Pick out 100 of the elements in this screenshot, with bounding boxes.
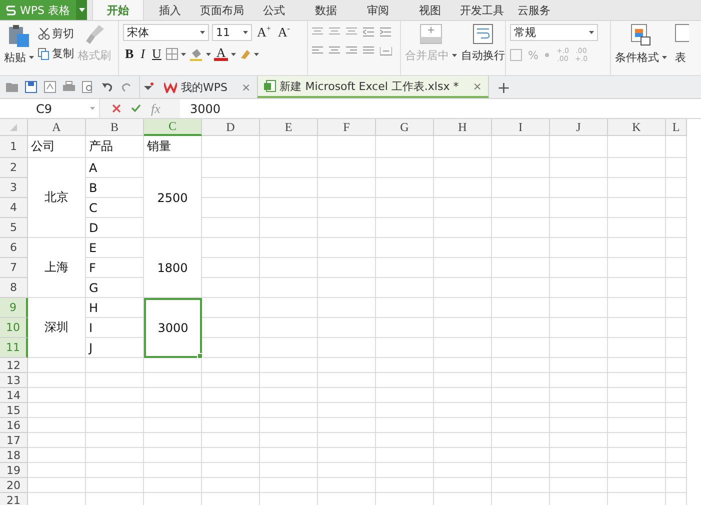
empty-cell[interactable] bbox=[550, 158, 608, 178]
ribbon-tab[interactable]: 云服务 bbox=[508, 0, 560, 20]
empty-cell[interactable] bbox=[144, 463, 202, 478]
empty-cell[interactable] bbox=[492, 278, 550, 298]
empty-cell[interactable] bbox=[608, 358, 666, 373]
caret-icon[interactable] bbox=[29, 56, 34, 59]
empty-cell[interactable] bbox=[434, 338, 492, 358]
empty-cell[interactable] bbox=[492, 403, 550, 418]
empty-cell[interactable] bbox=[608, 433, 666, 448]
column-header[interactable]: A bbox=[28, 119, 86, 136]
empty-cell[interactable] bbox=[376, 338, 434, 358]
print-icon[interactable] bbox=[63, 81, 76, 93]
empty-cell[interactable] bbox=[434, 178, 492, 198]
app-dropdown-button[interactable] bbox=[76, 0, 87, 20]
column-header[interactable]: D bbox=[202, 119, 260, 136]
empty-cell[interactable] bbox=[492, 258, 550, 278]
empty-cell[interactable] bbox=[260, 358, 318, 373]
empty-cell[interactable] bbox=[666, 478, 687, 493]
empty-cell[interactable] bbox=[434, 278, 492, 298]
empty-cell[interactable] bbox=[376, 238, 434, 258]
caret-icon[interactable] bbox=[181, 52, 186, 56]
empty-cell[interactable] bbox=[376, 433, 434, 448]
empty-cell[interactable] bbox=[260, 198, 318, 218]
shrink-font-button[interactable]: A$^{-}$ bbox=[276, 24, 292, 41]
empty-cell[interactable] bbox=[608, 418, 666, 433]
empty-cell[interactable] bbox=[434, 433, 492, 448]
empty-cell[interactable] bbox=[550, 238, 608, 258]
empty-cell[interactable] bbox=[434, 318, 492, 338]
caret-icon[interactable] bbox=[230, 52, 236, 56]
empty-cell[interactable] bbox=[666, 338, 687, 358]
empty-cell[interactable] bbox=[666, 388, 687, 403]
empty-cell[interactable] bbox=[434, 218, 492, 238]
empty-cell[interactable] bbox=[550, 478, 608, 493]
ribbon-tab[interactable]: 插入 bbox=[144, 0, 196, 20]
row-header[interactable]: 13 bbox=[0, 373, 28, 388]
conditional-format-button[interactable]: 条件格式 bbox=[615, 24, 667, 72]
empty-cell[interactable] bbox=[318, 198, 376, 218]
row-header[interactable]: 18 bbox=[0, 448, 28, 463]
empty-cell[interactable] bbox=[260, 338, 318, 358]
empty-cell[interactable] bbox=[608, 388, 666, 403]
column-header[interactable]: I bbox=[492, 119, 550, 136]
empty-cell[interactable] bbox=[666, 358, 687, 373]
ribbon-tab[interactable]: 数据 bbox=[300, 0, 352, 20]
empty-cell[interactable] bbox=[318, 278, 376, 298]
empty-cell[interactable] bbox=[550, 278, 608, 298]
row-header[interactable]: 16 bbox=[0, 418, 28, 433]
empty-cell[interactable] bbox=[608, 338, 666, 358]
empty-cell[interactable] bbox=[608, 478, 666, 493]
empty-cell[interactable] bbox=[492, 448, 550, 463]
empty-cell[interactable] bbox=[492, 136, 550, 158]
empty-cell[interactable] bbox=[492, 178, 550, 198]
empty-cell[interactable] bbox=[202, 433, 260, 448]
row-header[interactable]: 19 bbox=[0, 463, 28, 478]
ribbon-tab[interactable]: 开始 bbox=[92, 0, 144, 20]
row-header[interactable]: 7 bbox=[0, 258, 28, 278]
empty-cell[interactable] bbox=[376, 358, 434, 373]
empty-cell[interactable] bbox=[666, 448, 687, 463]
empty-cell[interactable] bbox=[376, 198, 434, 218]
empty-cell[interactable] bbox=[144, 388, 202, 403]
empty-cell[interactable] bbox=[260, 448, 318, 463]
empty-cell[interactable] bbox=[260, 478, 318, 493]
empty-cell[interactable] bbox=[202, 373, 260, 388]
empty-cell[interactable] bbox=[608, 258, 666, 278]
empty-cell[interactable] bbox=[376, 258, 434, 278]
empty-cell[interactable] bbox=[666, 238, 687, 258]
empty-cell[interactable] bbox=[202, 478, 260, 493]
empty-cell[interactable] bbox=[318, 158, 376, 178]
empty-cell[interactable] bbox=[666, 258, 687, 278]
empty-cell[interactable] bbox=[550, 373, 608, 388]
empty-cell[interactable] bbox=[550, 403, 608, 418]
row-header[interactable]: 5 bbox=[0, 218, 28, 238]
empty-cell[interactable] bbox=[666, 403, 687, 418]
row-header[interactable]: 6 bbox=[0, 238, 28, 258]
empty-cell[interactable] bbox=[260, 418, 318, 433]
font-style-button[interactable]: B bbox=[123, 46, 136, 62]
empty-cell[interactable] bbox=[376, 136, 434, 158]
document-tab[interactable]: 我的WPS × bbox=[158, 76, 257, 98]
close-tab-button[interactable]: × bbox=[462, 80, 482, 92]
empty-cell[interactable] bbox=[318, 338, 376, 358]
empty-cell[interactable] bbox=[492, 358, 550, 373]
empty-cell[interactable] bbox=[608, 298, 666, 318]
empty-cell[interactable] bbox=[492, 433, 550, 448]
empty-cell[interactable] bbox=[550, 448, 608, 463]
empty-cell[interactable] bbox=[666, 318, 687, 338]
empty-cell[interactable] bbox=[376, 298, 434, 318]
empty-cell[interactable] bbox=[608, 238, 666, 258]
empty-cell[interactable] bbox=[608, 318, 666, 338]
empty-cell[interactable] bbox=[318, 258, 376, 278]
empty-cell[interactable] bbox=[376, 403, 434, 418]
empty-cell[interactable] bbox=[666, 418, 687, 433]
caret-icon[interactable] bbox=[662, 56, 667, 59]
empty-cell[interactable] bbox=[434, 373, 492, 388]
empty-cell[interactable] bbox=[144, 373, 202, 388]
empty-cell[interactable] bbox=[318, 433, 376, 448]
empty-cell[interactable] bbox=[144, 478, 202, 493]
empty-cell[interactable] bbox=[376, 373, 434, 388]
empty-cell[interactable] bbox=[666, 178, 687, 198]
empty-cell[interactable] bbox=[608, 463, 666, 478]
select-all-icon[interactable] bbox=[10, 124, 17, 130]
empty-cell[interactable] bbox=[376, 158, 434, 178]
